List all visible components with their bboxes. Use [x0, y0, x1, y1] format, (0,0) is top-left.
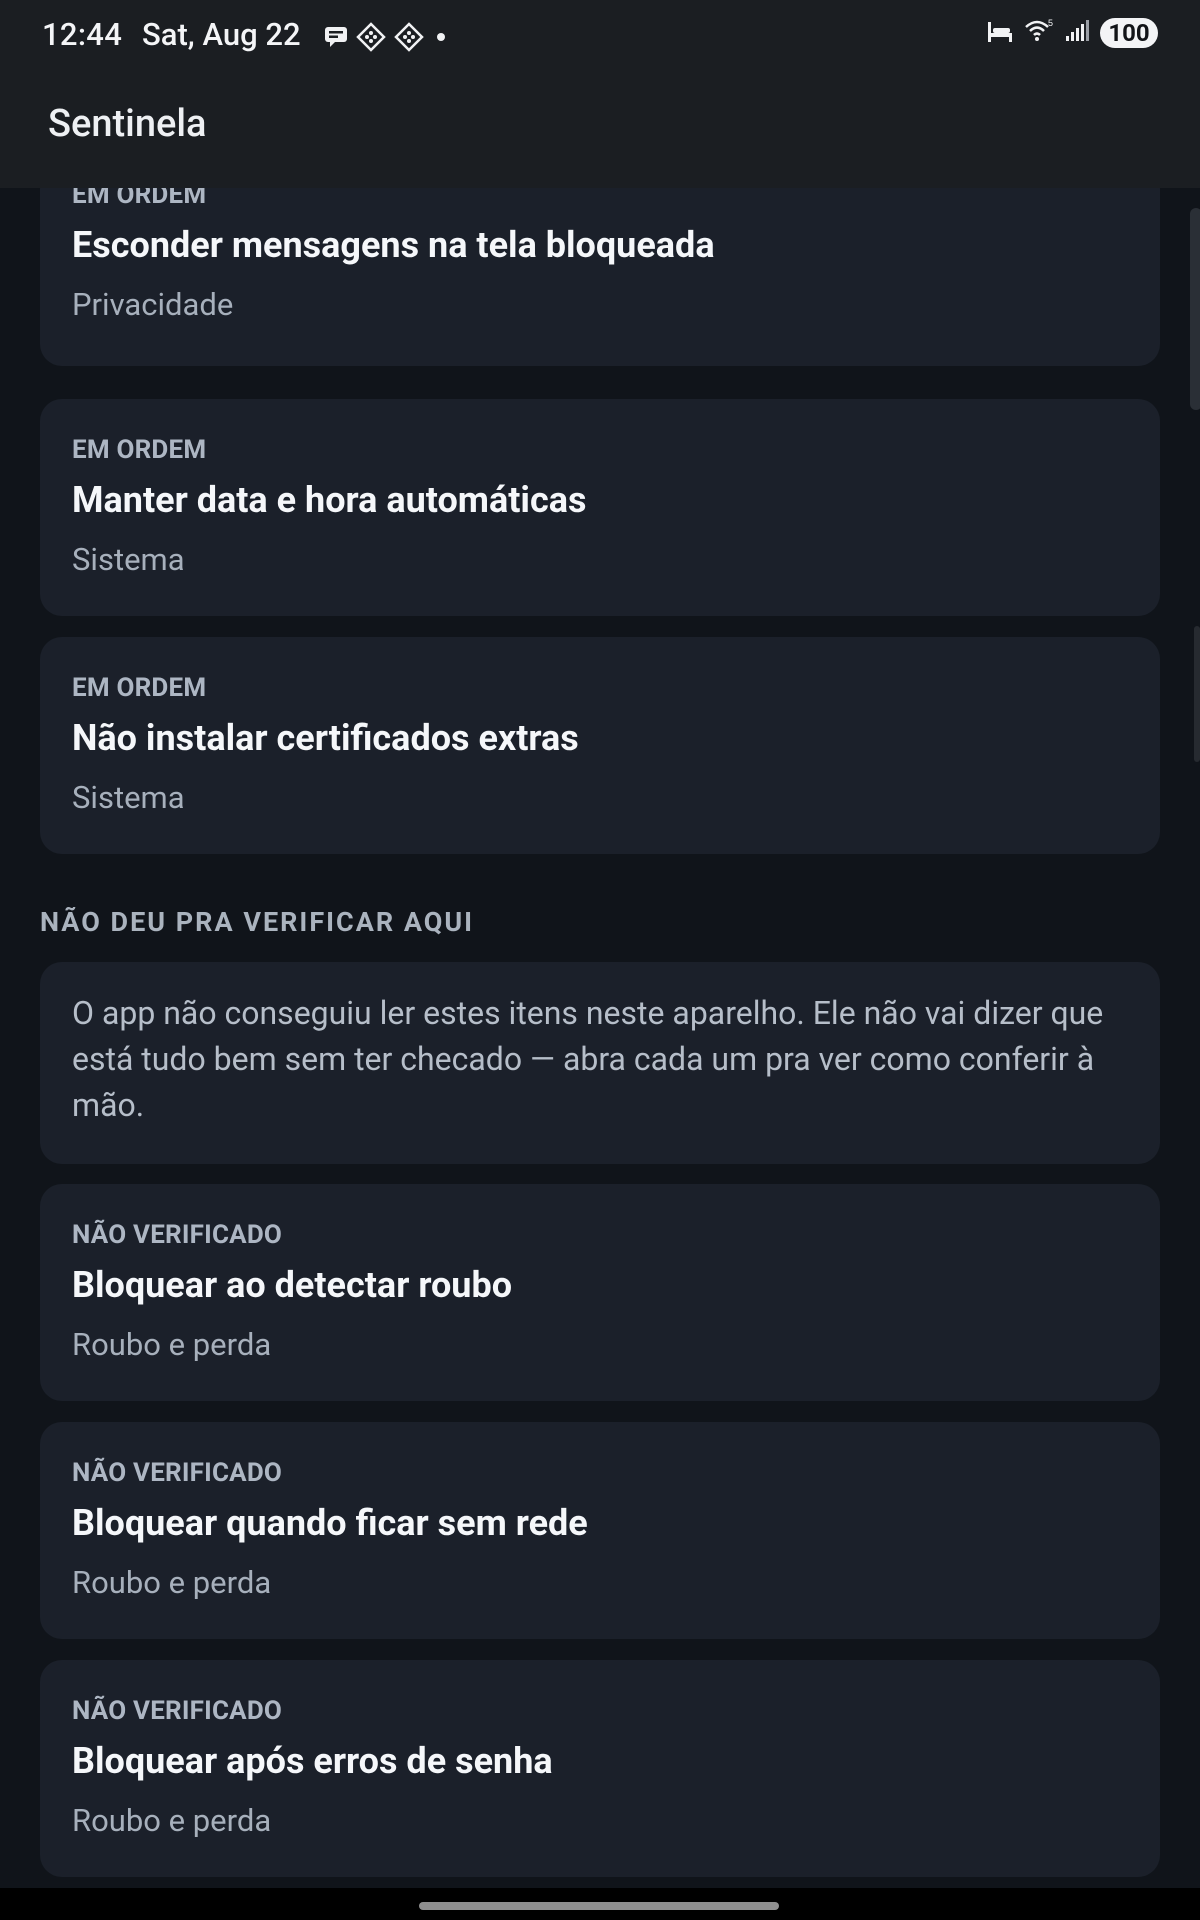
check-status: NÃO VERIFICADO — [72, 1458, 283, 1488]
check-status: NÃO VERIFICADO — [72, 1220, 283, 1250]
check-status: EM ORDEM — [72, 435, 207, 465]
app-diamond-icon — [356, 22, 386, 56]
check-title: Bloquear ao detectar roubo — [72, 1264, 513, 1306]
system-icons: 5 100 — [986, 18, 1158, 48]
app-diamond-icon — [394, 22, 424, 56]
check-card[interactable]: NÃO VERIFICADO Bloquear após erros de se… — [40, 1660, 1160, 1877]
signal-icon — [1064, 19, 1090, 47]
bed-icon — [986, 18, 1014, 48]
check-card[interactable]: EM ORDEM Manter data e hora automáticas … — [40, 399, 1160, 616]
check-status: NÃO VERIFICADO — [72, 1696, 283, 1726]
status-time: 12:44 — [42, 16, 123, 53]
dot-icon — [432, 28, 450, 50]
check-category: Sistema — [72, 541, 185, 578]
battery-badge: 100 — [1100, 18, 1158, 48]
app-title: Sentinela — [48, 102, 207, 146]
scrollbar[interactable] — [1190, 208, 1200, 410]
svg-text:5: 5 — [1048, 18, 1053, 28]
wifi-icon: 5 — [1024, 18, 1054, 48]
check-title: Bloquear quando ficar sem rede — [72, 1502, 588, 1544]
check-status: EM ORDEM — [72, 673, 207, 703]
check-status: EM ORDEM — [72, 188, 207, 210]
check-category: Roubo e perda — [72, 1326, 272, 1363]
message-icon — [324, 26, 348, 52]
checklist-content[interactable]: EM ORDEM Esconder mensagens na tela bloq… — [0, 188, 1200, 1888]
notification-icons — [324, 22, 450, 56]
check-title: Bloquear após erros de senha — [72, 1740, 553, 1782]
check-category: Sistema — [72, 779, 185, 816]
home-indicator[interactable] — [419, 1902, 779, 1910]
check-card[interactable]: NÃO VERIFICADO Bloquear ao detectar roub… — [40, 1184, 1160, 1401]
status-bar: 12:44 Sat, Aug 22 5 100 — [0, 0, 1200, 72]
unverified-info-card: O app não conseguiu ler estes itens nest… — [40, 962, 1160, 1164]
check-card[interactable]: EM ORDEM Esconder mensagens na tela bloq… — [40, 188, 1160, 366]
section-header-unverified: NÃO DEU PRA VERIFICAR AQUI — [40, 906, 475, 938]
check-card[interactable]: NÃO VERIFICADO Bloquear quando ficar sem… — [40, 1422, 1160, 1639]
check-title: Esconder mensagens na tela bloqueada — [72, 224, 715, 266]
status-date: Sat, Aug 22 — [142, 16, 301, 53]
check-category: Roubo e perda — [72, 1564, 272, 1601]
check-category: Privacidade — [72, 286, 234, 323]
app-bar: Sentinela — [0, 72, 1200, 188]
check-card[interactable]: EM ORDEM Não instalar certificados extra… — [40, 637, 1160, 854]
scrollbar-indicator — [1194, 626, 1200, 762]
check-title: Não instalar certificados extras — [72, 717, 579, 759]
check-title: Manter data e hora automáticas — [72, 479, 587, 521]
check-category: Roubo e perda — [72, 1802, 272, 1839]
unverified-info-text: O app não conseguiu ler estes itens nest… — [72, 994, 1104, 1124]
